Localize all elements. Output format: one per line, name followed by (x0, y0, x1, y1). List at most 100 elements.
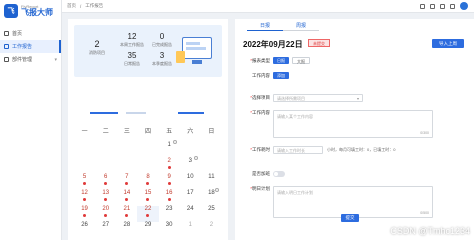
calendar-day[interactable]: 2 (159, 158, 180, 174)
message-icon[interactable] (430, 3, 435, 9)
calendar-day[interactable]: 27 (95, 222, 116, 238)
calendar-day[interactable]: 9 (159, 174, 180, 190)
hours-input[interactable]: 请输入工作时长 (273, 146, 323, 154)
type-option-daily[interactable]: 日报 (273, 57, 289, 64)
calendar-day[interactable]: 30 (159, 222, 180, 238)
calendar-day[interactable]: 26 (74, 222, 95, 238)
calendar-day[interactable] (95, 158, 116, 174)
calendar-day[interactable]: 11 (201, 174, 222, 190)
calendar-day[interactable]: 6 (95, 174, 116, 190)
calendar-day[interactable] (201, 158, 222, 174)
report-dot-icon (167, 166, 171, 169)
hours-placeholder: 请输入工作时长 (277, 148, 305, 153)
tab-daily[interactable]: 日报 (247, 21, 283, 31)
calendar-day[interactable]: 18 (201, 188, 222, 206)
calendar-day[interactable]: 25 (201, 206, 222, 222)
calendar-day[interactable]: 19 (74, 206, 95, 222)
weekday-label: 三 (123, 129, 130, 135)
field-label: *明日计划 (250, 186, 270, 191)
stat-label: 本周工作报告 (120, 42, 144, 47)
calendar-day[interactable]: 15 (137, 190, 158, 206)
calendar-day[interactable]: 5 (74, 174, 95, 190)
calendar-day[interactable]: 2 (201, 222, 222, 238)
calendar-day[interactable] (116, 142, 137, 158)
calendar-day[interactable]: 10 (180, 174, 201, 190)
calendar-day[interactable] (180, 142, 201, 158)
type-option-big[interactable]: 大报 (292, 57, 310, 64)
calendar-day[interactable]: 3 (180, 156, 201, 174)
import-last-week-button[interactable]: 导入上周 (432, 39, 464, 48)
calendar-day[interactable] (74, 158, 95, 174)
holiday-mark-icon (214, 188, 219, 192)
stat-grid: 12 本周工作报告 0 已完成报告 35 日常报告 3 本季度报告 (117, 32, 177, 67)
field-label: *工作内容 (250, 110, 270, 115)
calendar-day[interactable]: 28 (116, 222, 137, 238)
calendar-day[interactable]: 12 (74, 190, 95, 206)
calendar-day-number: 16 (165, 190, 173, 196)
calendar-day[interactable] (95, 142, 116, 158)
month-indicator[interactable] (126, 112, 146, 114)
calendar-day-number: 3 (188, 158, 192, 164)
month-indicator-active[interactable] (90, 112, 118, 114)
calendar-day-number: 17 (186, 190, 194, 196)
calendar-day[interactable] (137, 158, 158, 174)
avatar[interactable] (460, 2, 468, 10)
notification-icon[interactable] (440, 3, 445, 9)
stat-cell: 3 本季度报告 (147, 51, 177, 67)
calendar-day[interactable] (201, 142, 222, 158)
calendar-day[interactable]: 8 (137, 174, 158, 190)
calendar-day[interactable]: 16 (159, 190, 180, 206)
hours-row: *工作耗时 请输入工作时长 小时，每月可填工时：0，已填工时：0 (243, 146, 395, 154)
stat-label: 消防项目 (89, 50, 105, 55)
calendar-day[interactable]: 1 (159, 140, 180, 158)
calendar-day[interactable] (116, 158, 137, 174)
settings-icon[interactable] (450, 3, 455, 9)
report-type-row: *报表类型 日报 大报 (243, 57, 313, 64)
report-dot-icon (167, 198, 171, 201)
calendar-day[interactable]: 23 (159, 206, 180, 222)
calendar-day-number: 2 (209, 222, 214, 228)
sidebar-item-parts[interactable]: 部件管理 ▾ (0, 53, 61, 66)
month-switcher[interactable] (78, 112, 218, 116)
calendar-day[interactable]: 13 (95, 190, 116, 206)
sidebar-item-work-report[interactable]: 工作报告 (0, 40, 61, 53)
stat-label: 本季度报告 (152, 61, 172, 66)
calendar-day[interactable]: 20 (95, 206, 116, 222)
report-date: 2022年09月22日 (243, 40, 303, 49)
sidebar: 飞 FlyReport 飞报大师 首页 工作报告 部件管理 ▾ (0, 0, 62, 240)
month-indicator[interactable] (178, 112, 204, 114)
calendar-day[interactable]: 14 (116, 190, 137, 206)
sidebar-item-home[interactable]: 首页 (0, 27, 61, 40)
calendar-day[interactable]: 7 (116, 174, 137, 190)
calendar-day-number: 24 (186, 206, 194, 212)
calendar-day[interactable]: 29 (137, 222, 158, 238)
work-content-textarea[interactable]: 请输入某个工作内容 0/300 (273, 110, 433, 138)
calendar-day[interactable]: 24 (180, 206, 201, 222)
report-dot-icon (104, 182, 108, 185)
report-tabs: 日报 周报 (247, 21, 319, 31)
submit-button[interactable]: 提交 (341, 214, 359, 222)
report-type-label: 报表类型 (252, 57, 270, 63)
calendar-day[interactable] (137, 142, 158, 158)
add-content-button[interactable]: 添加 (273, 72, 289, 79)
weekday-label: 四 (144, 129, 151, 135)
hours-label: 工作耗时 (252, 147, 270, 152)
field-label: *选择项目 (250, 95, 270, 100)
calendar-day[interactable]: 21 (116, 206, 137, 222)
fullscreen-icon[interactable] (420, 3, 425, 9)
calendar-day[interactable]: 1 (180, 222, 201, 238)
calendar-day[interactable]: 22 (137, 206, 159, 222)
work-content-row: 工作内容 添加 (243, 72, 292, 79)
logo: 飞 FlyReport 飞报大师 (0, 0, 61, 22)
calendar-day-number: 28 (123, 222, 131, 228)
project-select[interactable]: 请选择所需项目 ▾ (273, 94, 363, 102)
stat-cell: 12 本周工作报告 (117, 32, 147, 48)
weekday-label: 二 (102, 129, 109, 135)
stat-main: 2 消防项目 (82, 39, 112, 56)
calendar-day[interactable] (74, 142, 95, 158)
tab-weekly[interactable]: 周报 (283, 21, 319, 31)
breadcrumb-home[interactable]: 首页 (67, 3, 76, 9)
overtime-toggle[interactable] (273, 171, 285, 177)
calendar-day-number: 22 (144, 206, 152, 212)
calendar-day[interactable]: 17 (180, 190, 201, 206)
